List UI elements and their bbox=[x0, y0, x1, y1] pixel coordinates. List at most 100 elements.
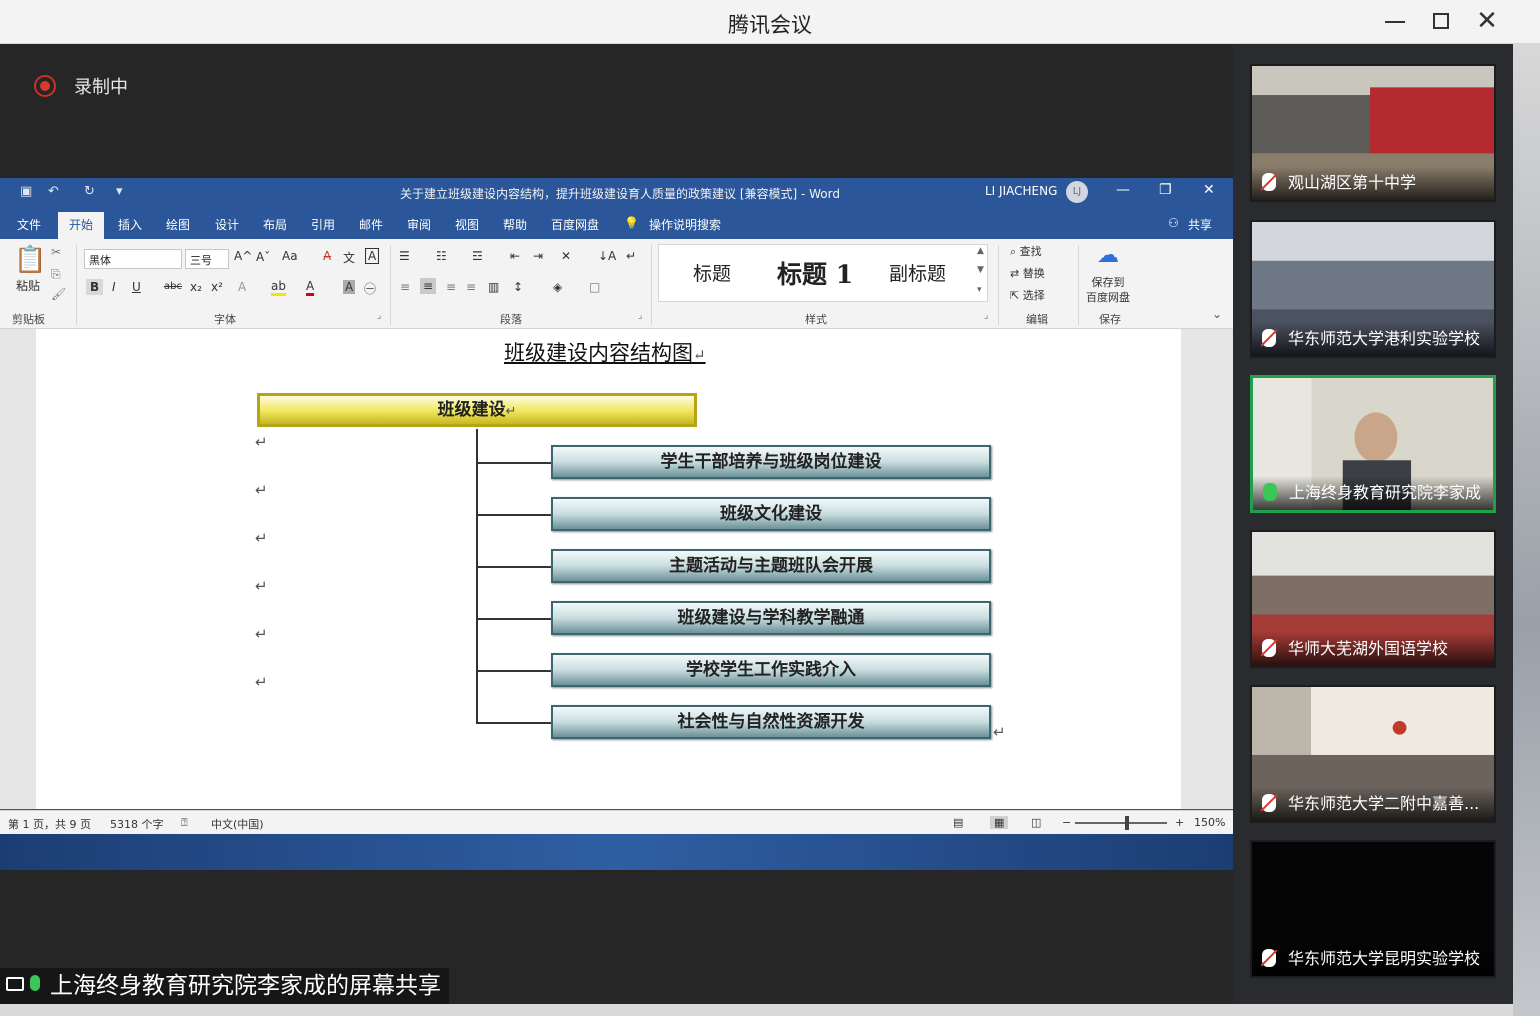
maximize-button[interactable] bbox=[1424, 6, 1458, 36]
participant-tile[interactable]: 观山湖区第十中学 bbox=[1250, 64, 1496, 202]
tab-insert[interactable]: 插入 bbox=[118, 216, 142, 233]
tab-home[interactable]: 开始 bbox=[58, 212, 104, 239]
font-color-icon[interactable]: A bbox=[306, 279, 315, 296]
distributed-icon[interactable]: ▥ bbox=[488, 280, 499, 294]
participant-tile[interactable]: 华师大芜湖外国语学校 bbox=[1250, 530, 1496, 668]
language-indicator[interactable]: 中文(中国) bbox=[211, 816, 264, 832]
numbering-icon[interactable]: ☷ bbox=[436, 249, 447, 263]
chinese-layout-icon[interactable]: ✕ bbox=[561, 249, 571, 263]
word-close-icon[interactable]: ✕ bbox=[1203, 182, 1215, 198]
zoom-slider-handle[interactable] bbox=[1125, 816, 1129, 830]
tab-help[interactable]: 帮助 bbox=[503, 216, 527, 233]
zoom-level[interactable]: 150% bbox=[1194, 816, 1225, 829]
sort-icon[interactable]: ↓A bbox=[598, 249, 616, 263]
tab-file[interactable]: 文件 bbox=[17, 216, 41, 233]
paste-button[interactable]: 粘贴 bbox=[16, 277, 40, 294]
diagram-child-node[interactable]: 学生干部培养与班级岗位建设 bbox=[551, 445, 991, 479]
word-minimize-icon[interactable]: — bbox=[1116, 182, 1130, 198]
align-center-icon[interactable]: ≡ bbox=[420, 278, 437, 294]
page-count[interactable]: 第 1 页，共 9 页 bbox=[8, 816, 91, 832]
style-heading-1[interactable]: 标题 1 bbox=[777, 255, 853, 291]
increase-indent-icon[interactable]: ⇥ bbox=[533, 249, 543, 263]
zoom-out-icon[interactable]: − bbox=[1062, 816, 1071, 829]
diagram-child-node[interactable]: 社会性与自然性资源开发 bbox=[551, 705, 991, 739]
char-shading-icon[interactable]: A bbox=[343, 280, 356, 294]
strikethrough-icon[interactable]: abc bbox=[164, 281, 182, 292]
participant-tile[interactable]: 华东师范大学昆明实验学校 bbox=[1250, 840, 1496, 978]
participant-tile[interactable]: 华东师范大学二附中嘉善... bbox=[1250, 685, 1496, 823]
find-button[interactable]: ⌕ 查找 bbox=[1010, 243, 1042, 259]
justify-icon[interactable]: ≡ bbox=[466, 280, 476, 294]
tell-me-search[interactable]: 操作说明搜索 bbox=[649, 216, 721, 233]
align-left-icon[interactable]: ≡ bbox=[400, 280, 410, 294]
copy-icon[interactable]: ⎘ bbox=[51, 267, 61, 282]
char-border-icon[interactable]: A bbox=[365, 248, 380, 264]
tab-design[interactable]: 设计 bbox=[215, 216, 239, 233]
text-effects-icon[interactable]: A bbox=[238, 280, 246, 294]
bold-icon[interactable]: B bbox=[86, 279, 104, 295]
diagram-child-node[interactable]: 班级文化建设 bbox=[551, 497, 991, 531]
print-layout-icon[interactable]: ▦ bbox=[990, 816, 1009, 829]
collapse-ribbon-icon[interactable]: ⌄ bbox=[1212, 307, 1222, 321]
highlight-icon[interactable]: ab bbox=[271, 279, 286, 296]
undo-icon[interactable]: ↶ bbox=[48, 184, 59, 199]
redo-icon[interactable]: ↻ bbox=[84, 184, 95, 199]
tab-baidu-netdisk[interactable]: 百度网盘 bbox=[551, 216, 599, 233]
bullets-icon[interactable]: ☰ bbox=[399, 249, 410, 263]
styles-dialog-launcher-icon[interactable]: ⌟ bbox=[984, 311, 988, 321]
font-dialog-launcher-icon[interactable]: ⌟ bbox=[377, 311, 381, 321]
styles-scroll-up-icon[interactable]: ▲ bbox=[977, 246, 984, 256]
participant-tile-active-speaker[interactable]: 上海终身教育研究院李家成 bbox=[1250, 375, 1496, 513]
participant-tile[interactable]: 华东师范大学港利实验学校 bbox=[1250, 220, 1496, 358]
word-count[interactable]: 5318 个字 bbox=[110, 816, 164, 832]
grow-font-icon[interactable]: A^ bbox=[234, 249, 252, 263]
borders-icon[interactable]: □ bbox=[589, 280, 600, 294]
minimize-button[interactable] bbox=[1378, 6, 1412, 36]
diagram-child-node[interactable]: 主题活动与主题班队会开展 bbox=[551, 549, 991, 583]
tab-layout[interactable]: 布局 bbox=[263, 216, 287, 233]
show-marks-icon[interactable]: ↵ bbox=[626, 249, 636, 263]
word-restore-icon[interactable]: ❐ bbox=[1159, 182, 1172, 198]
save-icon[interactable]: ▣ bbox=[20, 184, 32, 199]
customize-toolbar-icon[interactable]: ▾ bbox=[116, 184, 123, 199]
clipboard-icon[interactable]: 📋 bbox=[14, 245, 46, 275]
close-button[interactable]: ✕ bbox=[1470, 6, 1504, 36]
underline-icon[interactable]: U bbox=[132, 280, 141, 294]
tab-view[interactable]: 视图 bbox=[455, 216, 479, 233]
share-button[interactable]: 共享 bbox=[1188, 216, 1212, 233]
enclose-char-icon[interactable]: ㊀ bbox=[364, 280, 376, 297]
proofing-icon[interactable]: ⍰ bbox=[181, 816, 188, 830]
word-user-name[interactable]: LI JIACHENG bbox=[985, 184, 1057, 198]
tab-draw[interactable]: 绘图 bbox=[166, 216, 190, 233]
clear-format-icon[interactable]: A̶ bbox=[323, 249, 331, 263]
diagram-child-node[interactable]: 班级建设与学科教学融通 bbox=[551, 601, 991, 635]
diagram-child-node[interactable]: 学校学生工作实践介入 bbox=[551, 653, 991, 687]
style-title[interactable]: 标题 bbox=[693, 259, 731, 286]
zoom-in-icon[interactable]: + bbox=[1175, 816, 1184, 829]
web-layout-icon[interactable]: ◫ bbox=[1031, 816, 1041, 829]
phonetic-guide-icon[interactable]: 文 bbox=[343, 249, 355, 266]
select-button[interactable]: ⇱ 选择 bbox=[1010, 287, 1045, 303]
superscript-icon[interactable]: x² bbox=[211, 280, 223, 294]
baidu-cloud-icon[interactable]: ☁ bbox=[1097, 243, 1119, 268]
multilevel-list-icon[interactable]: ☲ bbox=[472, 249, 483, 263]
save-to-baidu-button[interactable]: 保存到 百度网盘 bbox=[1086, 275, 1130, 305]
read-mode-icon[interactable]: ▤ bbox=[953, 816, 963, 829]
tab-mailings[interactable]: 邮件 bbox=[359, 216, 383, 233]
font-name-select[interactable]: 黑体 bbox=[84, 249, 182, 269]
style-subtitle[interactable]: 副标题 bbox=[889, 259, 946, 286]
decrease-indent-icon[interactable]: ⇤ bbox=[510, 249, 520, 263]
styles-scroll-down-icon[interactable]: ▼ bbox=[977, 265, 984, 275]
tab-references[interactable]: 引用 bbox=[311, 216, 335, 233]
shading-icon[interactable]: ◈ bbox=[553, 280, 562, 294]
styles-more-icon[interactable]: ▾ bbox=[977, 285, 982, 295]
change-case-icon[interactable]: Aa bbox=[282, 249, 298, 263]
avatar[interactable]: LJ bbox=[1066, 181, 1088, 203]
italic-icon[interactable]: I bbox=[112, 280, 116, 294]
diagram-root-node[interactable]: 班级建设↵ bbox=[257, 393, 697, 427]
document-page[interactable]: 班级建设内容结构图↵ 班级建设↵ ↵ ↵ ↵ ↵ ↵ ↵ 学生干部培养与班级岗位… bbox=[36, 329, 1181, 809]
zoom-slider[interactable] bbox=[1075, 822, 1167, 824]
format-painter-icon[interactable]: 🖌 bbox=[51, 287, 66, 301]
paragraph-dialog-launcher-icon[interactable]: ⌟ bbox=[638, 311, 642, 321]
tab-review[interactable]: 审阅 bbox=[407, 216, 431, 233]
